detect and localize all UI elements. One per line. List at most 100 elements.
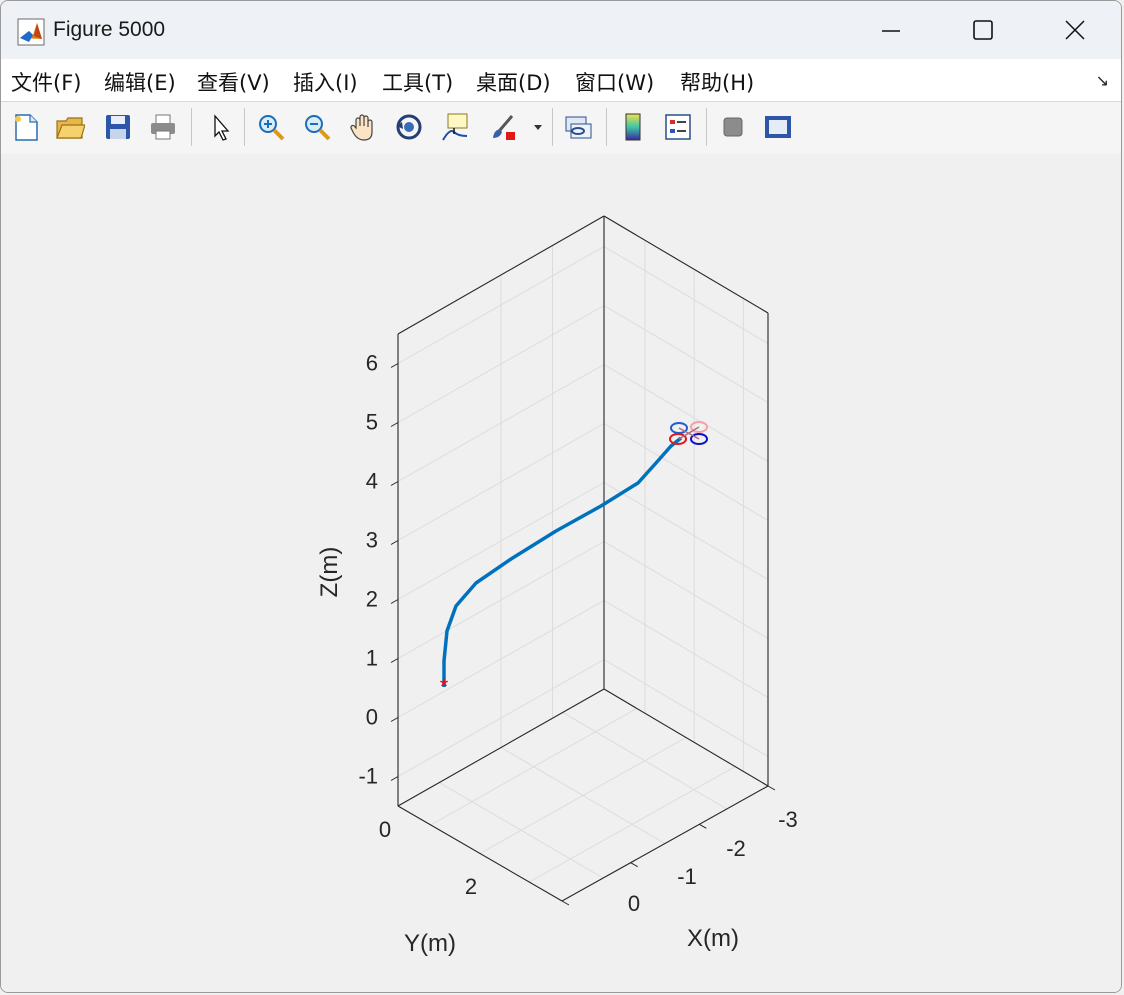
hide-plot-tools-button[interactable] xyxy=(716,110,750,144)
maximize-button[interactable] xyxy=(937,1,1029,59)
z-tick-label: 2 xyxy=(366,587,378,612)
legend-button[interactable] xyxy=(661,110,695,144)
z-tick xyxy=(390,717,399,722)
back-grid xyxy=(397,241,769,883)
figure-canvas[interactable]: * -1 0 1 2 3 4 5 6 0 2 -3 -2 -1 0 X(m) Y(m) Z(m) xyxy=(1,154,1121,992)
brush-icon xyxy=(493,115,515,140)
title-bar: Figure 5000 xyxy=(1,1,1121,59)
menu-window[interactable]: 窗口(W) xyxy=(575,67,654,97)
trajectory-layer: * xyxy=(440,421,708,699)
menu-help[interactable]: 帮助(H) xyxy=(680,67,754,97)
menu-edit[interactable]: 编辑(E) xyxy=(104,67,176,97)
dock-arrow-icon[interactable]: ↘ xyxy=(1096,71,1109,90)
z-tick-label: -1 xyxy=(358,764,378,789)
new-figure-button[interactable] xyxy=(9,110,43,144)
toolbar-separator xyxy=(191,108,192,146)
z-tick xyxy=(390,540,399,545)
save-icon xyxy=(106,115,130,139)
x-tick xyxy=(630,862,638,868)
x-tick xyxy=(561,900,570,906)
show-plot-tools-button[interactable] xyxy=(761,110,795,144)
colorbar-button[interactable] xyxy=(616,110,650,144)
hide-plot-tools-icon xyxy=(723,117,743,137)
maximize-icon xyxy=(973,20,993,40)
chevron-down-icon xyxy=(534,125,542,130)
grid-line xyxy=(430,707,638,826)
z-tick-label: 0 xyxy=(366,705,378,730)
z-tick-label: 5 xyxy=(366,410,378,435)
z-tick xyxy=(390,363,399,368)
brush-button[interactable] xyxy=(486,110,520,144)
window-title: Figure 5000 xyxy=(53,18,166,41)
data-cursor-button[interactable] xyxy=(438,110,472,144)
grid-line xyxy=(528,766,736,883)
z-tick xyxy=(390,776,399,781)
legend-icon xyxy=(665,114,691,140)
z-tick-label: 6 xyxy=(366,351,378,376)
pan-button[interactable] xyxy=(346,110,380,144)
close-icon xyxy=(1065,20,1085,40)
y-tick-label: 0 xyxy=(379,817,391,842)
axes-box xyxy=(397,215,769,902)
pan-hand-icon xyxy=(350,114,373,141)
toolbar-separator xyxy=(552,108,553,146)
axes-3d[interactable]: * -1 0 1 2 3 4 5 6 0 2 -3 -2 -1 0 X(m) Y(m) Z(m) xyxy=(1,154,1122,993)
zoom-out-icon xyxy=(305,115,331,141)
colorbar-icon xyxy=(625,113,641,141)
zoom-in-icon xyxy=(259,115,285,141)
x-tick xyxy=(767,785,776,791)
show-plot-tools-icon xyxy=(765,116,791,138)
z-tick xyxy=(390,422,399,427)
minimize-icon xyxy=(882,30,900,32)
menu-desktop[interactable]: 桌面(D) xyxy=(476,67,551,97)
x-tick-label: -3 xyxy=(778,807,798,832)
y-axis-label: Y(m) xyxy=(404,930,456,957)
menu-insert[interactable]: 插入(I) xyxy=(293,67,358,97)
link-plot-button[interactable] xyxy=(561,110,595,144)
zoom-in-button[interactable] xyxy=(254,110,288,144)
toolbar-separator xyxy=(244,108,245,146)
z-tick-label: 3 xyxy=(366,528,378,553)
axis-ticks xyxy=(390,363,776,906)
figure-window: Figure 5000 文件(F) 编辑(E) 查看(V) 插入(I) 工具(T… xyxy=(0,0,1122,993)
start-marker: * xyxy=(440,674,449,699)
edit-plot-button[interactable] xyxy=(203,110,237,144)
x-tick-label: 0 xyxy=(628,891,640,916)
x-tick xyxy=(699,823,707,829)
minimize-button[interactable] xyxy=(845,1,937,59)
matlab-logo-icon xyxy=(17,18,45,46)
z-tick-label: 1 xyxy=(366,646,378,671)
toolbar-separator xyxy=(706,108,707,146)
menu-view[interactable]: 查看(V) xyxy=(197,67,270,97)
axes-edge xyxy=(397,805,563,902)
z-tick-label: 4 xyxy=(366,469,378,494)
data-cursor-icon xyxy=(442,113,468,141)
rotate-3d-icon xyxy=(396,114,422,140)
x-tick-label: -1 xyxy=(677,864,697,889)
z-tick xyxy=(390,599,399,604)
print-button[interactable] xyxy=(146,110,180,144)
menu-file[interactable]: 文件(F) xyxy=(11,67,81,97)
new-figure-icon xyxy=(15,114,38,141)
x-axis-label: X(m) xyxy=(687,925,739,952)
toolbar-separator xyxy=(606,108,607,146)
edit-plot-arrow-icon xyxy=(214,114,230,141)
axes-edge xyxy=(603,215,769,314)
brush-dropdown-button[interactable] xyxy=(528,110,548,144)
open-file-button[interactable] xyxy=(53,110,87,144)
y-tick-label: 2 xyxy=(465,874,477,899)
z-tick xyxy=(390,658,399,663)
menu-bar: 文件(F) 编辑(E) 查看(V) 插入(I) 工具(T) 桌面(D) 窗口(W… xyxy=(1,59,1121,101)
figure-toolbar xyxy=(1,101,1121,155)
close-button[interactable] xyxy=(1029,1,1121,59)
save-button[interactable] xyxy=(101,110,135,144)
rotate-3d-button[interactable] xyxy=(392,110,426,144)
link-plot-icon xyxy=(565,116,592,139)
z-tick xyxy=(390,481,399,486)
menu-tools[interactable]: 工具(T) xyxy=(382,67,453,97)
x-tick-label: -2 xyxy=(726,836,746,861)
z-axis-label: Z(m) xyxy=(316,547,343,598)
grid-line xyxy=(479,737,687,854)
open-file-icon xyxy=(56,117,85,139)
zoom-out-button[interactable] xyxy=(300,110,334,144)
